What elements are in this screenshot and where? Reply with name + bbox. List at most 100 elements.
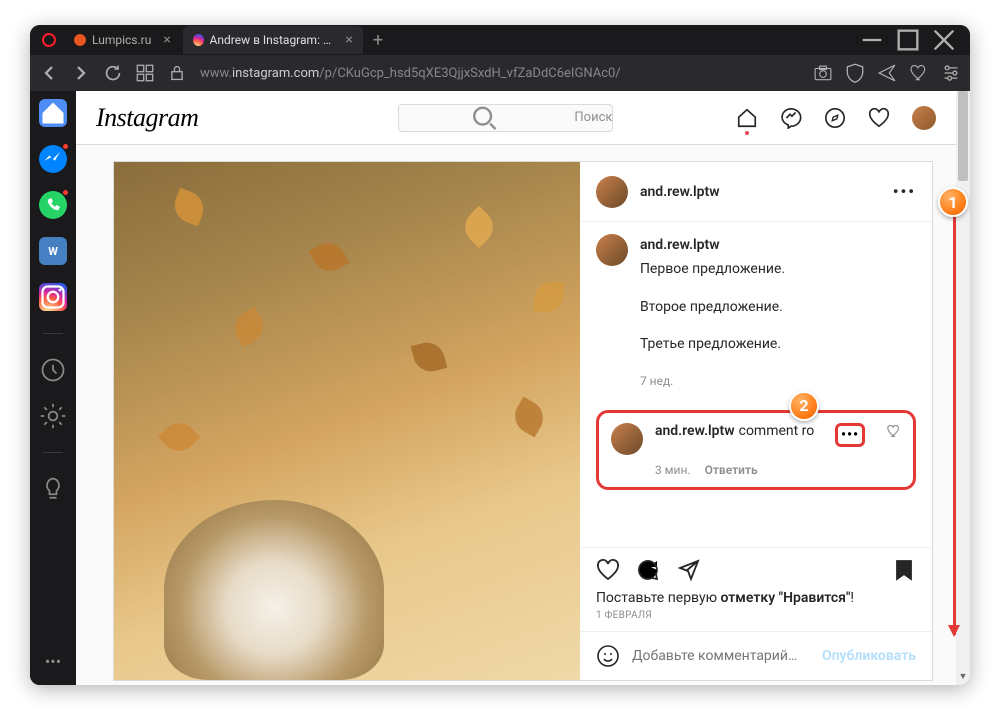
post-footer: Поставьте первую отметку "Нравится"! 1 Ф…: [580, 547, 932, 631]
comment-body: comment ro: [739, 423, 815, 439]
reply-button[interactable]: Ответить: [705, 463, 758, 477]
comment-text: and.rew.lptwcomment ro: [655, 423, 817, 439]
caption-row: and.rew.lptw Первое предложение. Второе …: [596, 234, 916, 392]
search-input[interactable]: Поиск: [398, 104, 613, 132]
page-content: Instagram Поиск: [76, 91, 970, 685]
like-button[interactable]: [596, 558, 620, 582]
url-host: instagram.com: [232, 66, 319, 81]
sidebar-messenger-icon[interactable]: [39, 145, 67, 173]
sidebar-instagram-icon[interactable]: [39, 283, 67, 311]
sidebar-home-icon[interactable]: [39, 99, 67, 127]
caption-line: Первое предложение.: [640, 258, 785, 282]
sidebar-settings-icon[interactable]: [39, 402, 67, 430]
instagram-logo[interactable]: Instagram: [96, 103, 198, 133]
caption-line: Второе предложение.: [640, 296, 785, 320]
post-date: 1 ФЕВРАЛЯ: [596, 610, 916, 621]
caption-time: 7 нед.: [640, 371, 785, 391]
comment-input[interactable]: [632, 648, 810, 664]
caption-text: and.rew.lptw Первое предложение. Второе …: [640, 234, 785, 392]
comment-actions: 3 мин. Ответить: [655, 463, 901, 477]
post-header: and.rew.lptw •••: [580, 162, 932, 222]
post-container: and.rew.lptw ••• and.rew.lptw Первое пре…: [76, 145, 970, 685]
post-body: and.rew.lptw Первое предложение. Второе …: [580, 222, 932, 547]
comment-button[interactable]: [636, 558, 660, 582]
activity-icon[interactable]: [868, 107, 890, 129]
post-image[interactable]: [114, 162, 580, 680]
send-icon[interactable]: [878, 64, 896, 82]
comment-like-button[interactable]: [887, 423, 901, 442]
tab-title: Lumpics.ru: [92, 33, 151, 47]
scroll-down-arrow[interactable]: ▼: [956, 671, 970, 685]
annotation-badge-1: 1: [938, 187, 968, 217]
back-button[interactable]: [40, 64, 58, 82]
comment-time: 3 мин.: [655, 463, 691, 477]
annotation-badge-2: 2: [789, 391, 819, 421]
favicon-instagram: [193, 34, 204, 46]
minimize-button[interactable]: [854, 26, 890, 54]
snapshot-icon[interactable]: [814, 65, 832, 81]
annotation-arrow: [953, 201, 956, 635]
instagram-post: and.rew.lptw ••• and.rew.lptw Первое пре…: [113, 161, 933, 681]
caption-username[interactable]: and.rew.lptw: [640, 237, 720, 253]
page-scrollbar[interactable]: ▲ ▼: [956, 91, 970, 685]
home-icon[interactable]: [736, 107, 758, 129]
close-icon[interactable]: ×: [163, 32, 170, 48]
comment-avatar[interactable]: [611, 423, 643, 455]
action-row: [596, 558, 916, 582]
heart-icon[interactable]: [910, 65, 928, 81]
reload-button[interactable]: [104, 64, 122, 82]
opera-icon: [42, 33, 56, 47]
tab-instagram[interactable]: Andrew в Instagram: « П… ×: [183, 26, 363, 54]
post-more-button[interactable]: •••: [893, 182, 916, 201]
instagram-nav: [736, 106, 936, 130]
profile-avatar[interactable]: [912, 106, 936, 130]
speed-dial-button[interactable]: [136, 64, 154, 82]
sidebar-history-icon[interactable]: [39, 356, 67, 384]
sidebar-whatsapp-icon[interactable]: [39, 191, 67, 219]
tab-lumpics[interactable]: Lumpics.ru ×: [64, 26, 181, 54]
close-icon[interactable]: ×: [345, 32, 352, 48]
author-avatar[interactable]: [596, 176, 628, 208]
favicon-lumpics: [74, 34, 86, 46]
add-comment-row: Опубликовать: [580, 631, 932, 680]
save-button[interactable]: [892, 558, 916, 582]
comment-username[interactable]: and.rew.lptw: [655, 423, 735, 439]
sidebar-hint-icon[interactable]: [39, 475, 67, 503]
explore-icon[interactable]: [824, 107, 846, 129]
maximize-button[interactable]: [890, 26, 926, 54]
search-placeholder: Поиск: [574, 110, 612, 125]
share-button[interactable]: [676, 558, 700, 582]
publish-button[interactable]: Опубликовать: [822, 648, 916, 664]
author-username[interactable]: and.rew.lptw: [640, 184, 720, 200]
url-path: /p/CKuGcp_hsd5qXE3QjjxSxdH_vfZaDdC6eIGNA…: [319, 66, 620, 81]
caption-line: Третье предложение.: [640, 333, 785, 357]
browser-window: Lumpics.ru × Andrew в Instagram: « П… × …: [30, 25, 970, 685]
main-area: W ••• Instagram Поиск: [30, 91, 970, 685]
likes-prompt[interactable]: Поставьте первую отметку "Нравится"!: [596, 590, 916, 606]
easy-setup-icon[interactable]: [942, 64, 960, 82]
scroll-thumb[interactable]: [958, 91, 968, 181]
comment-more-button[interactable]: •••: [835, 423, 865, 447]
forward-button[interactable]: [72, 64, 90, 82]
shield-icon[interactable]: [846, 63, 864, 84]
emoji-button[interactable]: [596, 644, 620, 668]
messenger-icon[interactable]: [780, 107, 802, 129]
padlock-icon[interactable]: [168, 64, 186, 82]
highlighted-comment: 2 and.rew.lptwcomment ro •••: [596, 410, 916, 490]
sidebar-vk-icon[interactable]: W: [39, 237, 67, 265]
opera-sidebar: W •••: [30, 91, 76, 685]
sidebar-more-icon[interactable]: •••: [39, 647, 67, 675]
new-tab-button[interactable]: +: [373, 30, 383, 51]
tab-title: Andrew в Instagram: « П…: [210, 33, 334, 47]
comment-row: and.rew.lptwcomment ro •••: [611, 423, 901, 455]
dog-decoration: [164, 500, 384, 680]
titlebar: Lumpics.ru × Andrew в Instagram: « П… × …: [30, 25, 970, 55]
search-icon: [399, 105, 570, 131]
instagram-header: Instagram Поиск: [76, 91, 970, 145]
caption-avatar[interactable]: [596, 234, 628, 266]
url-prefix: www.: [200, 66, 232, 81]
address-bar: www.instagram.com/p/CKuGcp_hsd5qXE3QjjxS…: [30, 55, 970, 91]
url-field[interactable]: www.instagram.com/p/CKuGcp_hsd5qXE3QjjxS…: [200, 66, 800, 81]
close-button[interactable]: [926, 26, 962, 54]
post-side: and.rew.lptw ••• and.rew.lptw Первое пре…: [580, 162, 932, 680]
